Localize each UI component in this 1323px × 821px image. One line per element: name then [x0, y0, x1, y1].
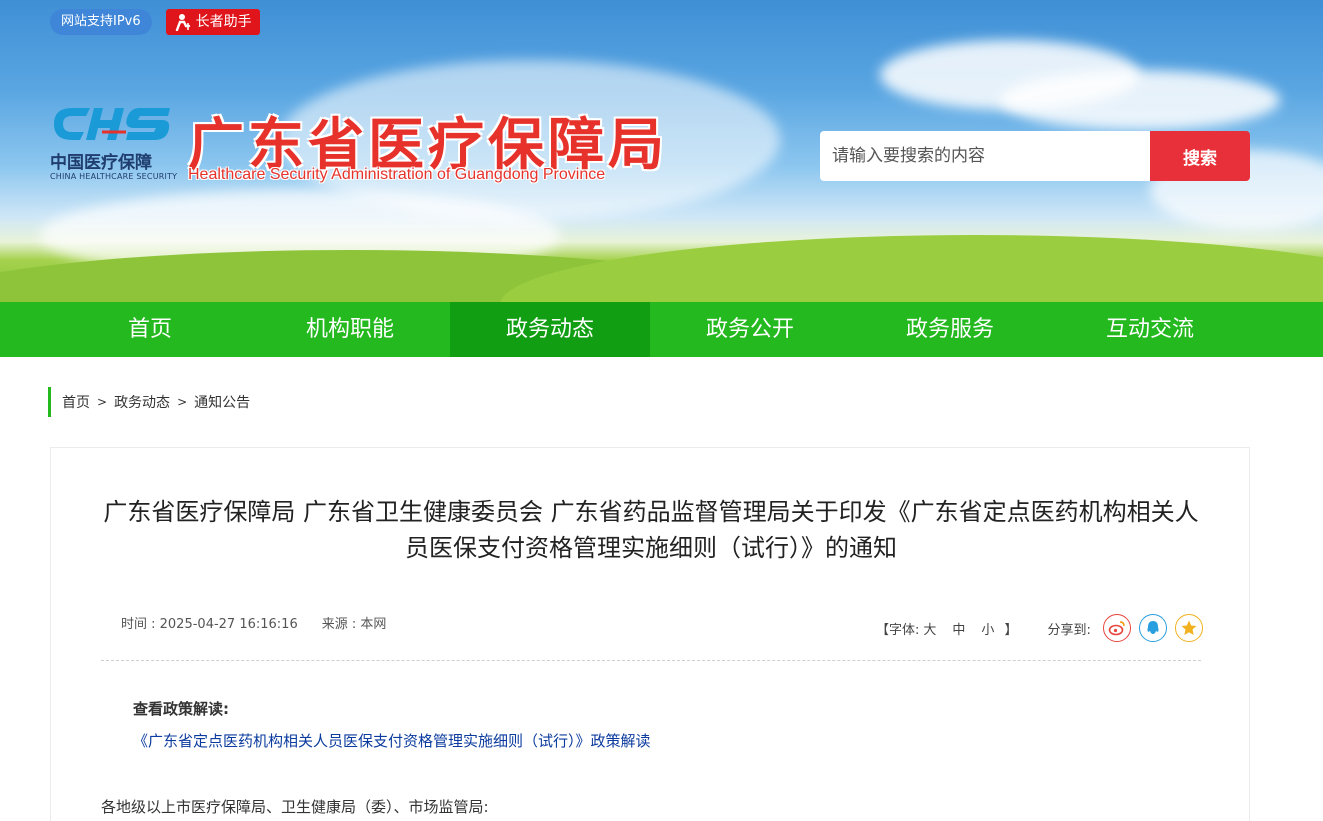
breadcrumb-separator: >: [97, 395, 108, 409]
search-bar: 搜索: [820, 131, 1250, 181]
meta-divider: [101, 660, 1201, 661]
ipv6-badge: 网站支持IPv6: [50, 9, 152, 35]
article-meta: 时间 : 2025-04-27 16:16:16 来源 : 本网: [121, 613, 386, 632]
weibo-icon[interactable]: [1102, 614, 1131, 642]
breadcrumb-item-home[interactable]: 首页: [62, 392, 90, 412]
share-icons: [1102, 614, 1203, 642]
qq-icon[interactable]: [1138, 614, 1167, 642]
nav-item-services[interactable]: 政务服务: [850, 302, 1050, 357]
elder-icon: [175, 14, 190, 31]
article-body-first-line: 各地级以上市医疗保障局、卫生健康局（委）、市场监管局:: [101, 798, 489, 816]
hill-decoration: [500, 235, 1323, 302]
breadcrumb-item-notices[interactable]: 通知公告: [194, 392, 250, 412]
elder-assistant-label: 长者助手: [195, 14, 252, 30]
font-size-close: 】: [1004, 622, 1018, 638]
logo-english-text: CHINA HEALTHCARE SECURITY: [50, 172, 178, 181]
article-title: 广东省医疗保障局 广东省卫生健康委员会 广东省药品监督管理局关于印发《广东省定点…: [103, 498, 1199, 562]
nav-item-news[interactable]: 政务动态: [450, 302, 650, 357]
font-size-control: 【字体: 大 中 小 】: [876, 619, 1017, 638]
font-size-medium-button[interactable]: 中: [952, 619, 965, 638]
font-size-open: 【字体:: [876, 622, 920, 638]
nav-item-interaction[interactable]: 互动交流: [1050, 302, 1250, 357]
article-source: 来源 : 本网: [321, 617, 387, 632]
chs-logo[interactable]: 中国医疗保障 CHINA HEALTHCARE SECURITY: [50, 102, 178, 184]
publish-time: 时间 : 2025-04-27 16:16:16: [121, 617, 298, 632]
main-nav: 首页 机构职能 政务动态 政务公开 政务服务 互动交流: [0, 302, 1323, 357]
qzone-icon[interactable]: [1174, 614, 1203, 642]
font-size-large-button[interactable]: 大: [923, 619, 936, 638]
article-container: 广东省医疗保障局 广东省卫生健康委员会 广东省药品监督管理局关于印发《广东省定点…: [50, 447, 1250, 821]
header-banner: 网站支持IPv6 长者助手 中国医疗保障 CHINA HEALTHCARE SE…: [0, 0, 1323, 302]
breadcrumb-item-news[interactable]: 政务动态: [114, 392, 170, 412]
nav-item-organization[interactable]: 机构职能: [250, 302, 450, 357]
font-size-small-button[interactable]: 小: [981, 619, 994, 638]
search-button[interactable]: 搜索: [1150, 131, 1250, 181]
search-input[interactable]: [820, 131, 1150, 181]
nav-item-disclosure[interactable]: 政务公开: [650, 302, 850, 357]
cloud-decoration: [1000, 70, 1280, 130]
share-label: 分享到:: [1047, 622, 1091, 638]
elder-assistant-button[interactable]: 长者助手: [165, 9, 260, 35]
chs-logo-mark: [54, 108, 170, 140]
breadcrumb-separator: >: [177, 395, 188, 409]
site-subtitle: Healthcare Security Administration of Gu…: [188, 166, 606, 183]
article-tools: 【字体: 大 中 小 】 分享到:: [876, 614, 1203, 642]
policy-interpretation-link[interactable]: 《广东省定点医药机构相关人员医保支付资格管理实施细则（试行）》政策解读: [133, 730, 651, 751]
policy-interpretation-heading: 查看政策解读:: [133, 700, 229, 718]
logo-chinese-text: 中国医疗保障: [50, 153, 152, 173]
nav-item-home[interactable]: 首页: [50, 302, 250, 357]
breadcrumb: 首页 > 政务动态 > 通知公告: [48, 387, 250, 417]
